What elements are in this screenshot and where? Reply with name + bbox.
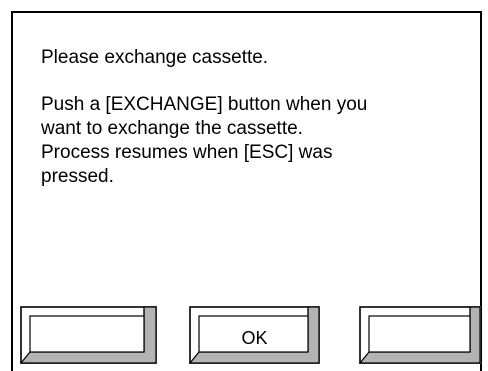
message-instructions: Push a [EXCHANGE] button when you want t… xyxy=(41,94,368,187)
right-softkey-button[interactable] xyxy=(359,306,481,364)
message-line-title: Please exchange cassette. xyxy=(41,47,269,68)
button-bevel xyxy=(20,306,157,364)
dialog-message: Please exchange cassette. Push a [EXCHAN… xyxy=(41,46,471,189)
ok-button[interactable]: OK xyxy=(189,306,320,364)
left-softkey-button[interactable] xyxy=(20,306,157,364)
ok-button-label: OK xyxy=(241,328,268,348)
button-bevel xyxy=(359,306,481,364)
